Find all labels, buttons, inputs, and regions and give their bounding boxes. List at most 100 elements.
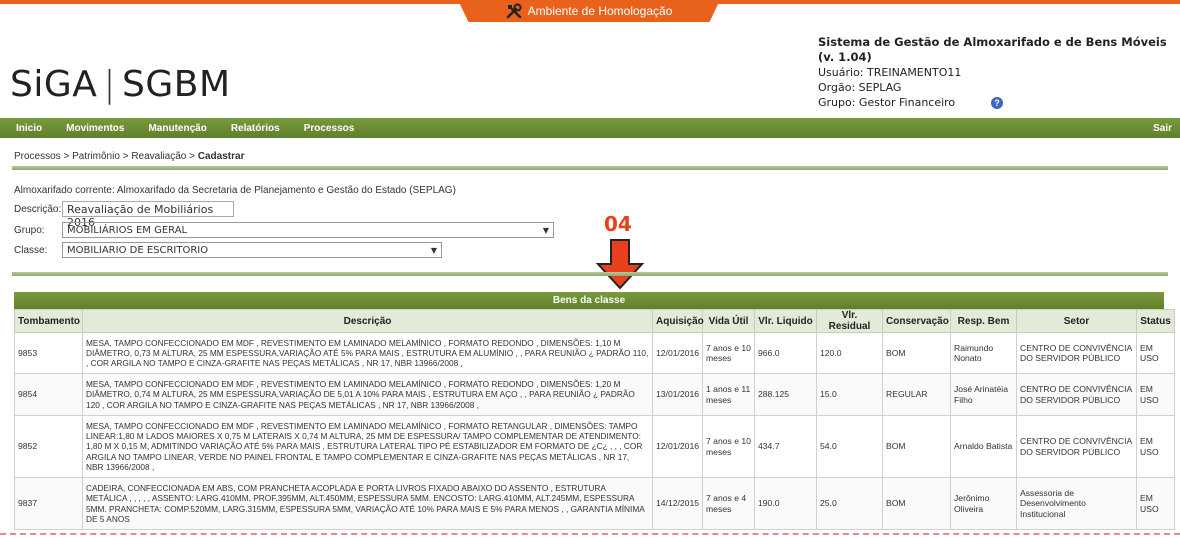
cell-aquisicao: 14/12/2015	[652, 477, 703, 530]
cell-status: EM USO	[1136, 477, 1175, 530]
breadcrumb-reavaliacao[interactable]: Reavaliação	[131, 151, 186, 162]
table-row[interactable]: 9854 MESA, TAMPO CONFECCIONADO EM MDF , …	[14, 373, 1175, 416]
assets-table-panel: Bens da classe Tombamento Descrição Aqui…	[14, 292, 1175, 530]
cell-status: EM USO	[1136, 415, 1175, 478]
col-header-conservacao[interactable]: Conservação	[882, 309, 951, 333]
col-header-setor[interactable]: Setor	[1016, 309, 1137, 333]
chevron-down-icon: ▼	[542, 225, 549, 235]
cell-tombamento: 9852	[14, 415, 83, 478]
environment-label: Ambiente de Homologação	[527, 4, 673, 18]
cell-vida-util: 7 anos e 4 meses	[702, 477, 755, 530]
table-row[interactable]: 9852 MESA, TAMPO CONFECCIONADO EM MDF , …	[14, 415, 1175, 478]
main-menu: Inicio Movimentos Manutenção Relatórios …	[0, 118, 1180, 138]
cell-conservacao: BOM	[882, 332, 951, 374]
annotation-number: 04	[604, 212, 632, 236]
cell-descricao: MESA, TAMPO CONFECCIONADO EM MDF , REVES…	[82, 415, 653, 478]
cell-aquisicao: 12/01/2016	[652, 332, 703, 374]
cell-resp-bem: Jerônimo Oliveira	[950, 477, 1017, 530]
menu-item-inicio[interactable]: Inicio	[0, 123, 54, 134]
menu-item-movimentos[interactable]: Movimentos	[54, 123, 136, 134]
cell-descricao: MESA, TAMPO CONFECCIONADO EM MDF , REVES…	[82, 332, 653, 374]
cell-descricao: MESA, TAMPO CONFECCIONADO EM MDF , REVES…	[82, 373, 653, 416]
table-row[interactable]: 9837 CADEIRA, CONFECCIONADA EM ABS, COM …	[14, 477, 1175, 530]
cell-conservacao: BOM	[882, 415, 951, 478]
annotation-arrow-icon	[595, 239, 645, 290]
descricao-label: Descrição:	[14, 203, 62, 215]
logo-sgbm: SGBM	[122, 64, 231, 105]
logout-link[interactable]: Sair	[1141, 123, 1180, 134]
cell-resp-bem: Raimundo Nonato	[950, 332, 1017, 374]
breadcrumb-current: Cadastrar	[197, 151, 245, 162]
cell-setor: Assessoria de Desenvolvimento Institucio…	[1016, 477, 1137, 530]
descricao-row: Descrição: Reavaliação de Mobiliários 20…	[14, 201, 234, 229]
cell-resp-bem: Arnaldo Batista	[950, 415, 1017, 478]
cell-setor: CENTRO DE CONVIVÊNCIA DO SERVIDOR PÚBLIC…	[1016, 415, 1137, 478]
table-header-row: Tombamento Descrição Aquisição Vida Útil…	[14, 309, 1175, 333]
col-header-status[interactable]: Status	[1136, 309, 1175, 333]
cell-setor: CENTRO DE CONVIVÊNCIA DO SERVIDOR PÚBLIC…	[1016, 373, 1137, 416]
grupo-label: Grupo:	[14, 224, 45, 236]
logo-siga: SiGA	[10, 64, 98, 105]
cell-setor: CENTRO DE CONVIVÊNCIA DO SERVIDOR PÚBLIC…	[1016, 332, 1137, 374]
grupo-selected: MOBILIÁRIOS EM GERAL	[67, 224, 188, 236]
cell-vlr-residual: 54.0	[816, 415, 883, 478]
cell-vlr-liquido: 190.0	[754, 477, 817, 530]
breadcrumb-patrimonio[interactable]: Patrimônio	[72, 151, 120, 162]
cell-vida-util: 7 anos e 10 meses	[702, 415, 755, 478]
classe-select[interactable]: MOBILIARIO DE ESCRITORIO ▼	[62, 242, 442, 258]
section-divider	[12, 166, 1168, 170]
help-icon[interactable]: ?	[991, 97, 1003, 109]
cell-vlr-liquido: 434.7	[754, 415, 817, 478]
col-header-aquisicao[interactable]: Aquisição	[652, 309, 704, 333]
app-logo: SiGA | SGBM	[10, 64, 231, 105]
descricao-input[interactable]: Reavaliação de Mobiliários 2016	[62, 201, 234, 229]
grupo-row: Grupo: MOBILIÁRIOS EM GERAL ▼	[14, 222, 554, 238]
menu-item-manutencao[interactable]: Manutenção	[136, 123, 218, 134]
cell-tombamento: 9853	[14, 332, 83, 374]
breadcrumb-separator: >	[63, 151, 70, 162]
chevron-down-icon: ▼	[430, 245, 437, 255]
section-divider	[12, 272, 1168, 276]
cell-status: EM USO	[1136, 373, 1175, 416]
cell-aquisicao: 12/01/2016	[652, 415, 703, 478]
user-info: Usuário: TREINAMENTO11	[818, 66, 962, 79]
cell-tombamento: 9837	[14, 477, 83, 530]
cell-vlr-residual: 25.0	[816, 477, 883, 530]
environment-banner: Ambiente de Homologação	[458, 0, 720, 22]
breadcrumb-separator: >	[189, 151, 195, 162]
classe-selected: MOBILIARIO DE ESCRITORIO	[67, 244, 209, 256]
cell-vida-util: 7 anos e 10 meses	[702, 332, 755, 374]
cell-conservacao: BOM	[882, 477, 951, 530]
cell-conservacao: REGULAR	[882, 373, 951, 416]
col-header-descricao[interactable]: Descrição	[82, 309, 653, 333]
col-header-tombamento[interactable]: Tombamento	[14, 309, 83, 333]
col-header-resp-bem[interactable]: Resp. Bem	[950, 309, 1017, 333]
breadcrumb-separator: >	[122, 151, 129, 162]
cell-vida-util: 1 anos e 11 meses	[702, 373, 755, 416]
col-header-vlr-residual[interactable]: Vlr. Residual	[816, 309, 883, 333]
cell-vlr-liquido: 966.0	[754, 332, 817, 374]
cell-descricao: CADEIRA, CONFECCIONADA EM ABS, COM PRANC…	[82, 477, 653, 530]
cell-aquisicao: 13/01/2016	[652, 373, 703, 416]
breadcrumb: Processos > Patrimônio > Reavaliação > C…	[14, 151, 244, 162]
classe-label: Classe:	[14, 244, 48, 256]
table-caption: Bens da classe	[14, 292, 1164, 309]
menu-item-processos[interactable]: Processos	[292, 123, 367, 134]
cell-vlr-residual: 120.0	[816, 332, 883, 374]
col-header-vlr-liquido[interactable]: Vlr. Liquido	[754, 309, 817, 333]
cell-status: EM USO	[1136, 332, 1175, 374]
menu-item-relatorios[interactable]: Relatórios	[219, 123, 292, 134]
grupo-select[interactable]: MOBILIÁRIOS EM GERAL ▼	[62, 222, 554, 238]
logo-separator: |	[103, 64, 117, 105]
page-cutoff-line	[0, 533, 1180, 535]
col-header-vida-util[interactable]: Vida Útil	[702, 309, 755, 333]
table-row[interactable]: 9853 MESA, TAMPO CONFECCIONADO EM MDF , …	[14, 332, 1175, 374]
cell-vlr-residual: 15.0	[816, 373, 883, 416]
cell-tombamento: 9854	[14, 373, 83, 416]
classe-row: Classe: MOBILIARIO DE ESCRITORIO ▼	[14, 242, 442, 258]
cell-resp-bem: José Arinatéia Filho	[950, 373, 1017, 416]
breadcrumb-processos[interactable]: Processos	[14, 151, 61, 162]
almoxarifado-info: Almoxarifado corrente: Almoxarifado da S…	[14, 185, 456, 196]
tools-icon	[506, 3, 522, 19]
assets-table: Tombamento Descrição Aquisição Vida Útil…	[14, 309, 1175, 530]
